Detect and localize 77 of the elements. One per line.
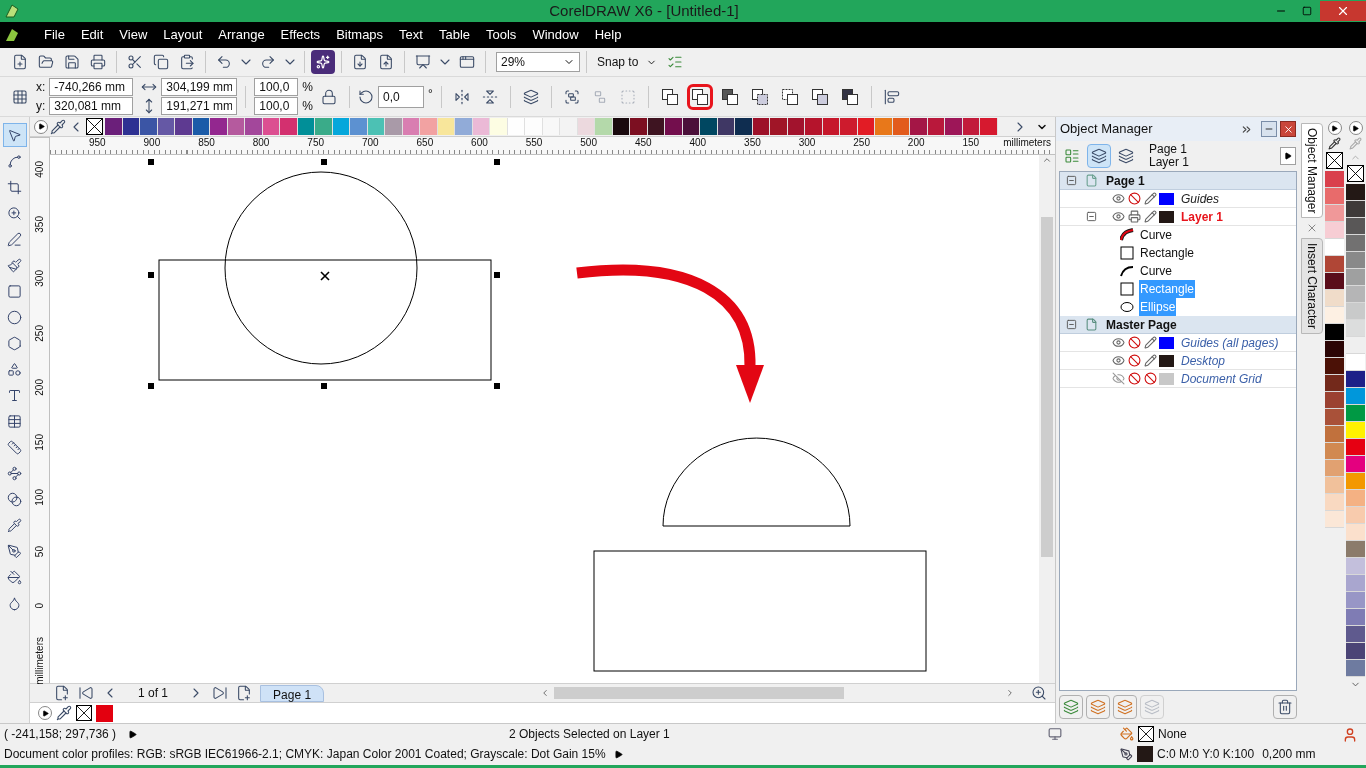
snap-to-dropdown[interactable]: Snap to <box>593 53 662 71</box>
object-name[interactable]: Curve <box>1139 262 1173 280</box>
current-page-label: Page 1 <box>1149 143 1189 156</box>
ruler-label: 650 <box>415 137 435 149</box>
page-name[interactable]: Page 1 <box>1106 171 1145 190</box>
ruler-label: 450 <box>633 137 653 149</box>
ruler-label: 700 <box>360 137 380 149</box>
ruler-label: 850 <box>197 137 216 149</box>
ruler-label: 400 <box>688 137 708 149</box>
docker-tab[interactable]: Object Manager <box>1301 123 1323 219</box>
fill-status: None <box>1158 726 1187 743</box>
page-counter: 1 of 1 <box>138 685 169 702</box>
rotation-field[interactable]: 0,0 <box>378 85 424 108</box>
ruler-label: 350 <box>33 215 46 233</box>
ruler-label: 0 <box>33 603 46 609</box>
scale-y-field[interactable]: 100,0 <box>254 97 299 115</box>
ruler-label: 250 <box>852 137 871 149</box>
menu-item[interactable]: Edit <box>72 22 112 48</box>
ruler-label: 150 <box>961 137 981 149</box>
cursor-coordinates: ( -241,158; 297,736 ) <box>4 726 118 743</box>
menu-item[interactable]: Tools <box>478 22 525 48</box>
menu-item[interactable]: Bitmaps <box>328 22 392 48</box>
ruler-label: 400 <box>33 160 46 178</box>
x-label: x: <box>36 79 46 96</box>
ruler-label: 900 <box>142 137 162 149</box>
percent-label: % <box>302 79 313 96</box>
menu-item[interactable]: Window <box>524 22 587 48</box>
ruler-label: 200 <box>906 137 926 149</box>
ruler-label: 550 <box>524 137 544 149</box>
percent-label: % <box>302 98 313 115</box>
height-field[interactable]: 191,271 mm <box>161 97 238 115</box>
layer-name[interactable]: Layer 1 <box>1181 207 1224 226</box>
current-layer-label: Layer 1 <box>1149 156 1190 169</box>
y-label: y: <box>36 98 46 115</box>
ruler-label: 500 <box>579 137 598 149</box>
ruler-label: 800 <box>251 137 271 149</box>
layer-name[interactable]: Guides (all pages) <box>1181 333 1279 352</box>
degree-label: ° <box>428 86 433 103</box>
color-profiles-text: Document color profiles: RGB: sRGB IEC61966-2.1; CMYK: Japan Color 2001 Coated; Grayscale: Dot Gain 15% <box>4 746 606 763</box>
layer-name[interactable]: Desktop <box>1181 351 1226 370</box>
outline-color-value: C:0 M:0 Y:0 K:100 <box>1157 746 1255 763</box>
layer-name[interactable]: Document Grid <box>1181 369 1262 388</box>
page-tab[interactable]: Page 1 <box>260 684 325 702</box>
outline-width-value: 0,200 mm <box>1262 746 1316 763</box>
layer-name[interactable]: Guides <box>1181 189 1220 208</box>
width-field[interactable]: 304,199 mm <box>161 78 238 96</box>
x-position-field[interactable]: -740,266 mm <box>49 78 134 96</box>
menu-item[interactable]: Text <box>391 22 431 48</box>
menu-item[interactable]: Arrange <box>210 22 273 48</box>
object-name[interactable]: Rectangle <box>1139 244 1196 262</box>
menu-item[interactable]: Help <box>586 22 630 48</box>
ruler-label: 150 <box>33 433 46 451</box>
docker-tab[interactable]: Insert Character <box>1301 238 1323 335</box>
ruler-label: 350 <box>743 137 762 149</box>
ruler-label: 300 <box>33 270 46 287</box>
menu-item[interactable]: View <box>111 22 156 48</box>
docker-title: Object Manager <box>1060 120 1154 139</box>
selection-status: 2 Objects Selected on Layer 1 <box>509 726 670 743</box>
ruler-label: 300 <box>797 137 817 149</box>
object-name[interactable]: Curve <box>1139 226 1173 244</box>
menu-item[interactable]: Table <box>430 22 478 48</box>
y-position-field[interactable]: 320,081 mm <box>49 97 134 115</box>
zoom-dropdown[interactable]: 29% <box>496 52 580 72</box>
ruler-unit: millimeters <box>1003 137 1051 149</box>
ruler-label: 950 <box>87 137 107 149</box>
ruler-label: 50 <box>33 545 46 557</box>
ruler-label: 250 <box>33 324 46 342</box>
menu-item[interactable]: File <box>36 22 73 48</box>
scale-x-field[interactable]: 100,0 <box>254 78 299 96</box>
ruler-unit: millimeters <box>33 637 46 686</box>
menu-item[interactable]: Effects <box>272 22 329 48</box>
ruler-label: 600 <box>470 137 489 149</box>
menu-item[interactable]: Layout <box>155 22 211 48</box>
ruler-label: 750 <box>306 137 325 149</box>
ruler-label: 100 <box>33 488 46 506</box>
window-title: CorelDRAW X6 - [Untitled-1] <box>549 0 739 21</box>
ruler-label: 200 <box>33 379 46 396</box>
